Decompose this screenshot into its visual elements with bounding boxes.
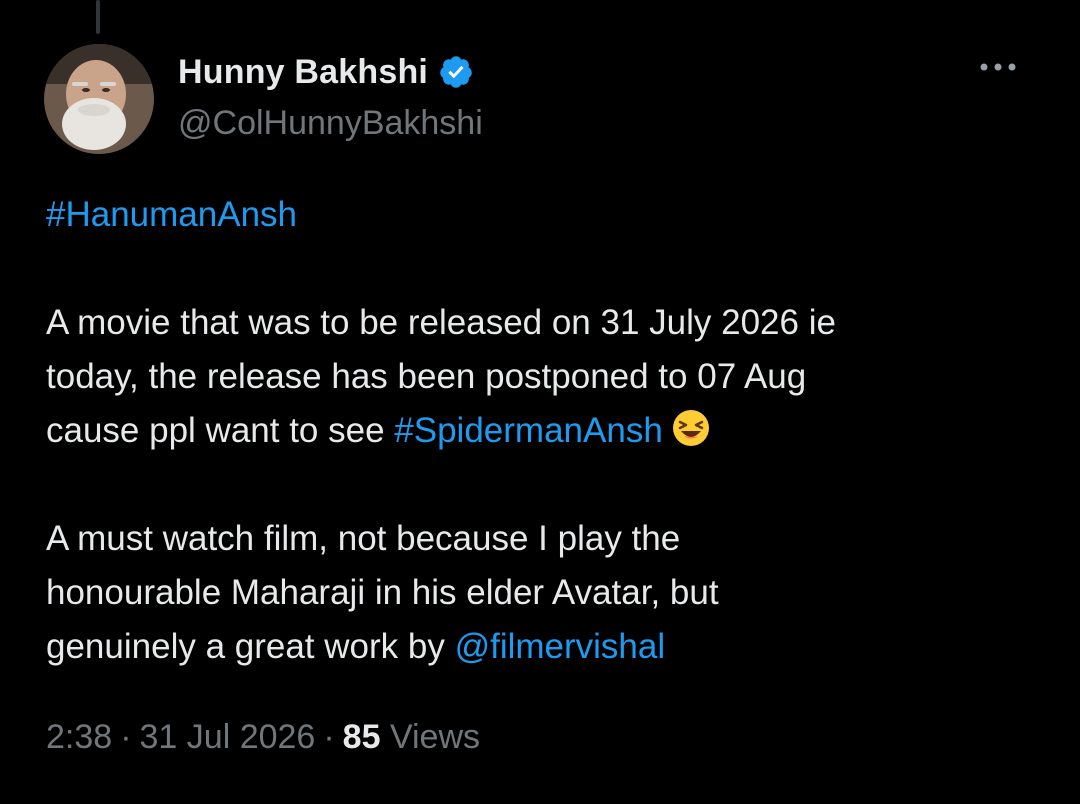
hashtag-hanumanansh[interactable]: #HanumanAnsh: [46, 195, 297, 234]
separator-dot: ·: [120, 718, 132, 756]
thread-connector-line: [96, 0, 100, 34]
para2-line2: honourable Maharaji in his elder Avatar,…: [46, 573, 719, 612]
avatar[interactable]: [44, 44, 154, 154]
display-name[interactable]: Hunny Bakhshi: [178, 53, 428, 92]
tweet-date[interactable]: 31 Jul 2026: [140, 718, 316, 756]
author-name-row: Hunny Bakhshi: [178, 50, 474, 94]
tweet-meta: 2:38 · 31 Jul 2026 · 85 Views: [46, 718, 480, 757]
tweet-time[interactable]: 2:38: [46, 718, 112, 756]
views-label[interactable]: Views: [390, 718, 480, 756]
para1-line3-text: cause ppl want to see: [46, 411, 395, 450]
para2-line3-text: genuinely a great work by: [46, 627, 455, 666]
para2-line1: A must watch film, not because I play th…: [46, 519, 681, 558]
para1-line1: A movie that was to be released on 31 Ju…: [46, 303, 836, 342]
laughing-emoji: [671, 408, 711, 448]
paragraph-1: A movie that was to be released on 31 Ju…: [46, 296, 1046, 458]
tweet-text: #HanumanAnsh A movie that was to be rele…: [46, 188, 1046, 674]
paragraph-2: A must watch film, not because I play th…: [46, 512, 1046, 674]
separator-dot: ·: [323, 718, 335, 756]
author-handle[interactable]: @ColHunnyBakhshi: [178, 104, 483, 143]
views-count[interactable]: 85: [343, 718, 381, 756]
verified-badge-icon[interactable]: [438, 54, 474, 90]
hashtag-spidermanansh[interactable]: #SpidermanAnsh: [394, 411, 663, 450]
more-options-icon[interactable]: [976, 52, 1020, 82]
para1-line2: today, the release has been postponed to…: [46, 357, 807, 396]
avatar-image: [44, 44, 154, 154]
mention-filmervishal[interactable]: @filmervishal: [455, 627, 666, 666]
